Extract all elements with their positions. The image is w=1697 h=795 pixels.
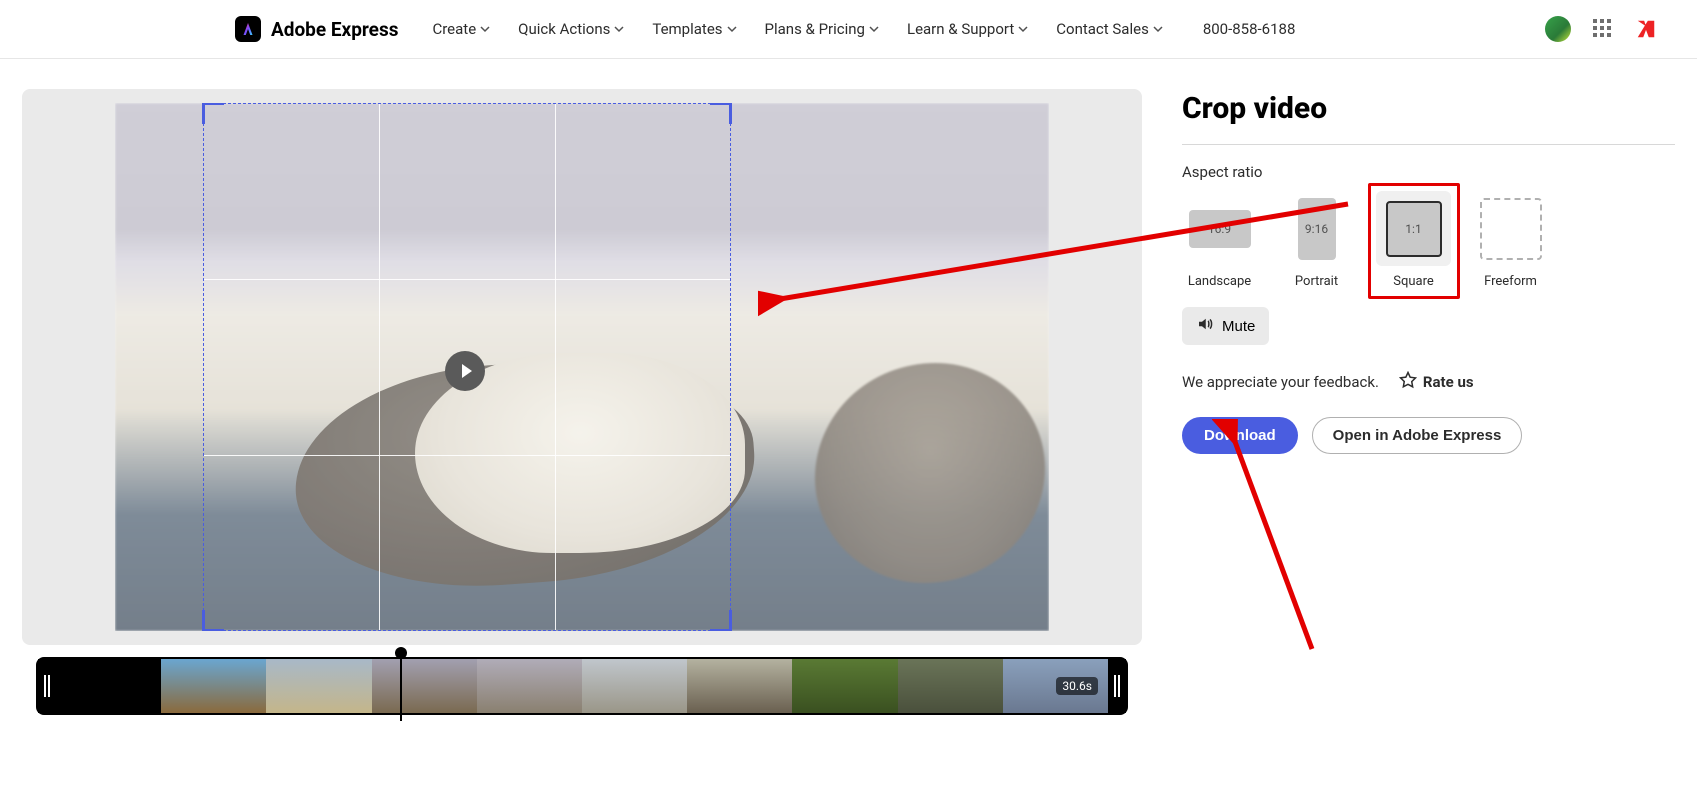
chevron-down-icon (869, 24, 879, 34)
timeline-thumb[interactable] (792, 659, 897, 713)
timeline-thumb[interactable] (372, 659, 477, 713)
chevron-down-icon (727, 24, 737, 34)
aspect-square[interactable]: 1:1 Square (1376, 191, 1451, 289)
open-in-express-button[interactable]: Open in Adobe Express (1312, 417, 1523, 454)
video-timeline[interactable]: 30.6s (36, 657, 1128, 715)
chevron-down-icon (480, 24, 490, 34)
speaker-icon (1196, 315, 1214, 337)
adobe-express-logo-icon (235, 16, 261, 42)
phone-number: 800-858-6188 (1203, 20, 1296, 38)
rate-us-link[interactable]: Rate us (1399, 371, 1474, 393)
brand-name: Adobe Express (271, 18, 398, 41)
timeline-playhead[interactable] (400, 649, 402, 721)
nav-quick-actions[interactable]: Quick Actions (518, 20, 624, 38)
timeline-duration: 30.6s (1056, 677, 1098, 695)
timeline-thumb[interactable] (898, 659, 1003, 713)
aspect-landscape[interactable]: 16:9 Landscape (1182, 191, 1257, 289)
brand[interactable]: Adobe Express (235, 16, 398, 42)
panel-title: Crop video (1182, 91, 1675, 145)
trim-handle-left[interactable] (38, 659, 56, 713)
nav-plans-pricing[interactable]: Plans & Pricing (765, 20, 879, 38)
timeline-thumb[interactable] (161, 659, 266, 713)
timeline-thumb[interactable] (266, 659, 371, 713)
apps-grid-icon[interactable] (1593, 19, 1613, 39)
adobe-logo-icon[interactable] (1635, 18, 1657, 40)
timeline-thumb[interactable] (582, 659, 687, 713)
top-nav: Create Quick Actions Templates Plans & P… (432, 20, 1295, 38)
download-button[interactable]: Download (1182, 417, 1298, 454)
aspect-freeform[interactable]: Freeform (1473, 191, 1548, 289)
aspect-portrait[interactable]: 9:16 Portrait (1279, 191, 1354, 289)
chevron-down-icon (1018, 24, 1028, 34)
crop-handle-br[interactable] (710, 610, 732, 631)
app-header: Adobe Express Create Quick Actions Templ… (0, 0, 1697, 59)
timeline-thumb[interactable] (477, 659, 582, 713)
video-preview[interactable] (115, 103, 1049, 631)
aspect-ratio-label: Aspect ratio (1182, 163, 1675, 181)
mute-button[interactable]: Mute (1182, 307, 1269, 345)
annotation-arrow-to-download (1212, 419, 1332, 659)
timeline-thumb[interactable] (687, 659, 792, 713)
chevron-down-icon (614, 24, 624, 34)
avatar[interactable] (1545, 16, 1571, 42)
nav-learn-support[interactable]: Learn & Support (907, 20, 1028, 38)
timeline-thumb[interactable] (56, 659, 161, 713)
play-button[interactable] (445, 351, 485, 391)
crop-handle-bl[interactable] (202, 610, 224, 631)
header-right (1545, 16, 1657, 42)
nav-create[interactable]: Create (432, 20, 490, 38)
chevron-down-icon (1153, 24, 1163, 34)
trim-handle-right[interactable] (1108, 659, 1126, 713)
feedback-text: We appreciate your feedback. (1182, 373, 1379, 391)
timeline-thumbnails[interactable] (56, 659, 1108, 713)
video-canvas (22, 89, 1142, 645)
crop-side-panel: Crop video Aspect ratio 16:9 Landscape 9… (1182, 89, 1675, 715)
nav-templates[interactable]: Templates (652, 20, 736, 38)
nav-contact-sales[interactable]: Contact Sales (1056, 20, 1163, 38)
crop-handle-tr[interactable] (710, 103, 732, 124)
star-icon (1399, 371, 1417, 393)
crop-handle-tl[interactable] (202, 103, 224, 124)
